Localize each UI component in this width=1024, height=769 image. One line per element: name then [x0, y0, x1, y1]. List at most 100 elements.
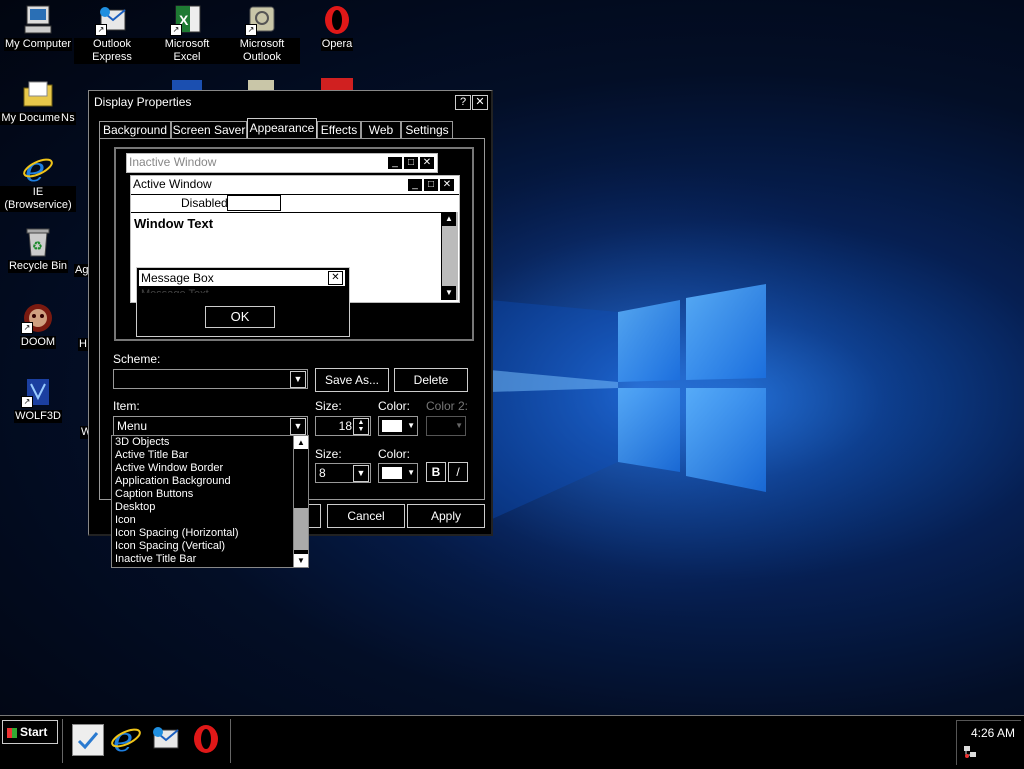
help-button[interactable]: ? — [455, 95, 471, 110]
scroll-down-icon[interactable]: ▼ — [294, 554, 308, 567]
tab-web[interactable]: Web — [361, 121, 401, 138]
save-as-button[interactable]: Save As... — [315, 368, 389, 392]
start-button[interactable]: Start — [2, 720, 58, 744]
system-tray: 4:26 AM — [956, 720, 1021, 765]
desktop-icon-doom[interactable]: ↗ DOOM — [0, 302, 76, 349]
color-picker[interactable]: ▼ — [378, 416, 418, 436]
shortcut-arrow-icon: ↗ — [245, 24, 257, 36]
desktop-icon-opera[interactable]: Opera — [299, 4, 375, 51]
desktop-icon-excel[interactable]: X ↗ Microsoft Excel — [149, 4, 225, 64]
quick-launch-outlook-express-icon[interactable] — [150, 724, 182, 754]
chevron-down-icon: ▼ — [455, 421, 463, 430]
font-color-picker[interactable]: ▼ — [378, 463, 418, 483]
shortcut-arrow-icon: ↗ — [95, 24, 107, 36]
desktop-icon-partial[interactable] — [321, 78, 353, 90]
message-text: Message Text — [141, 288, 209, 293]
desktop-icon-partial[interactable] — [248, 80, 274, 90]
quick-launch-desktop-icon[interactable] — [72, 724, 104, 756]
message-box-ok-button[interactable]: OK — [205, 306, 275, 328]
desktop-icon-recycle-bin[interactable]: ♻ Recycle Bin — [0, 226, 76, 273]
dialog-title: Display Properties — [94, 95, 192, 109]
maximize-icon: □ — [423, 178, 439, 192]
font-size-value: 8 — [319, 466, 326, 480]
spin-arrows-icon[interactable]: ▲ ▼ — [353, 418, 369, 435]
scheme-preview[interactable]: Inactive Window _ □ ✕ Active Window _ □ … — [114, 147, 474, 341]
item-option[interactable]: 3D Objects — [112, 436, 308, 449]
size-spinner[interactable]: 18 ▲ ▼ — [315, 416, 371, 436]
dropdown-scrollbar[interactable]: ▲ ▼ — [293, 436, 308, 567]
tab-background[interactable]: Background — [99, 121, 171, 138]
item-option[interactable]: Icon — [112, 514, 308, 527]
window-text-sample: Window Text — [134, 216, 214, 231]
folder-icon — [21, 78, 55, 110]
item-option[interactable]: Active Title Bar — [112, 449, 308, 462]
shortcut-arrow-icon: ↗ — [170, 24, 182, 36]
cancel-button[interactable]: Cancel — [327, 504, 405, 528]
color-label: Color: — [378, 399, 411, 413]
item-option[interactable]: Caption Buttons — [112, 488, 308, 501]
item-dropdown-list[interactable]: 3D Objects Active Title Bar Active Window … — [111, 435, 309, 568]
dialog-title-bar[interactable]: Display Properties ? ✕ — [91, 93, 489, 111]
item-option[interactable]: Inactive Title Bar — [112, 553, 308, 566]
scheme-select[interactable]: ▼ — [113, 369, 308, 389]
font-size-label: Size: — [315, 447, 342, 461]
apply-button[interactable]: Apply — [407, 504, 485, 528]
item-option[interactable]: Icon Spacing (Vertical) — [112, 540, 308, 553]
item-option[interactable]: Desktop — [112, 501, 308, 514]
menu-selected-item — [227, 195, 281, 211]
item-option[interactable]: Active Window Border — [112, 462, 308, 475]
scheme-label: Scheme: — [113, 352, 161, 366]
desktop-icon-wolf3d[interactable]: ↗ WOLF3D — [0, 376, 76, 423]
scroll-down-icon: ▼ — [442, 286, 456, 300]
desktop-icon-label: Microsoft Excel — [149, 38, 225, 64]
italic-button[interactable]: / — [448, 462, 468, 482]
desktop-icon-partial[interactable]: N — [60, 112, 90, 125]
wolf3d-icon: ↗ — [21, 376, 55, 408]
desktop-icon-label: DOOM — [19, 336, 57, 349]
item-option[interactable]: Application Background — [112, 475, 308, 488]
desktop-icon-my-computer[interactable]: My Computer — [0, 4, 76, 51]
scroll-up-icon[interactable]: ▲ — [294, 436, 308, 449]
shortcut-arrow-icon: ↗ — [21, 396, 33, 408]
opera-icon — [320, 4, 354, 36]
desktop-icon-outlook[interactable]: ↗ Microsoft Outlook — [224, 4, 300, 64]
item-option[interactable]: Icon Spacing (Horizontal) — [112, 527, 308, 540]
quick-launch-separator — [62, 719, 65, 763]
desktop-icon-outlook-express[interactable]: ↗ Outlook Express — [74, 4, 150, 64]
desktop-icon-ie[interactable]: e IE (Browservice) — [0, 150, 76, 212]
recycle-bin-icon: ♻ — [21, 226, 55, 258]
desktop-icon-label: IE (Browservice) — [0, 186, 76, 212]
chevron-down-icon: ▼ — [290, 371, 306, 388]
desktop-icon-label: Opera — [320, 38, 354, 51]
internet-explorer-icon: e — [21, 150, 55, 190]
delete-button[interactable]: Delete — [394, 368, 468, 392]
quick-launch-ie-icon[interactable]: e — [110, 720, 142, 760]
color2-picker[interactable]: ▼ — [426, 416, 466, 436]
tab-appearance[interactable]: Appearance — [247, 118, 317, 139]
computer-icon — [21, 4, 55, 36]
desktop-icon-label: My Computer — [3, 38, 73, 51]
preview-inactive-window: Inactive Window _ □ ✕ — [126, 153, 438, 173]
item-label: Item: — [113, 399, 140, 413]
network-status-icon[interactable] — [963, 745, 977, 759]
quick-launch-separator — [230, 719, 233, 763]
bold-button[interactable]: B — [426, 462, 446, 482]
desktop-icon-label: Microsoft Outlook — [224, 38, 300, 64]
doom-icon: ↗ — [21, 302, 55, 334]
font-size-select[interactable]: 8 ▼ — [315, 463, 371, 483]
message-box-title-bar: Message Box ✕ — [139, 270, 345, 286]
clock[interactable]: 4:26 AM — [971, 726, 1015, 740]
tab-settings[interactable]: Settings — [401, 121, 453, 138]
outlook-express-icon: ↗ — [95, 4, 129, 36]
desktop-icon-partial[interactable] — [172, 80, 202, 90]
item-select[interactable]: Menu ▼ — [113, 416, 308, 436]
chevron-down-icon: ▼ — [290, 418, 306, 435]
tab-effects[interactable]: Effects — [317, 121, 361, 138]
preview-scrollbar: ▲ ▼ — [441, 212, 458, 300]
close-button[interactable]: ✕ — [472, 95, 488, 110]
color2-label: Color 2: — [426, 399, 469, 413]
quick-launch-opera-icon[interactable] — [190, 722, 222, 756]
scroll-thumb[interactable] — [294, 508, 308, 550]
tab-screen-saver[interactable]: Screen Saver — [171, 121, 247, 138]
chevron-down-icon: ▼ — [407, 421, 415, 430]
